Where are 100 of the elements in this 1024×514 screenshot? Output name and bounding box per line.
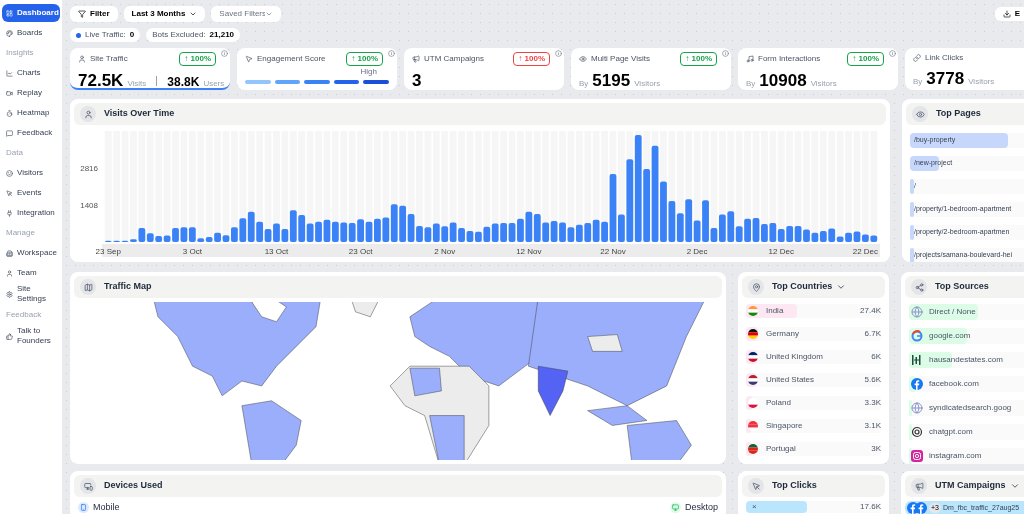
metric-card[interactable]: Site Traffic ↑ 100% 72.5K Visits 38.8K Users — [70, 48, 230, 90]
metric-card[interactable]: Engagement Score ↑ 100% High — [237, 48, 397, 90]
x-tick-label: 13 Oct — [264, 247, 289, 256]
metric-unit: Visitors — [968, 76, 995, 88]
metric-card[interactable]: Form Interactions ↑ 100% By 10908 Visitors — [738, 48, 898, 90]
nav-item[interactable]: Events — [2, 184, 60, 202]
metric-icon — [746, 55, 754, 63]
nav-item[interactable]: Workspace — [2, 244, 60, 262]
nav-item[interactable]: Boards — [2, 24, 60, 42]
source-name: hausandestates.com — [929, 354, 1003, 366]
nav-item[interactable]: Heatmap — [2, 104, 60, 122]
monitor-icon — [669, 502, 681, 514]
info-icon[interactable] — [889, 50, 896, 57]
source-name: chatgpt.com — [929, 426, 973, 438]
caret-icon — [189, 10, 198, 18]
nav-item[interactable]: Integration — [2, 204, 60, 222]
info-icon[interactable] — [388, 50, 395, 57]
country-name: United States — [766, 374, 815, 386]
metric-card[interactable]: Link Clicks By 3778 Visitors — [905, 48, 1024, 90]
click-count: 17.6K — [860, 501, 881, 513]
nav-item[interactable]: Talk to Founders — [2, 326, 60, 346]
nav-icon — [6, 69, 13, 77]
caret-icon[interactable] — [836, 282, 847, 292]
live-traffic-label: Live Traffic: — [85, 29, 126, 41]
metric-card[interactable]: UTM Campaigns ↑ 100% 3 — [404, 48, 564, 90]
download-icon — [1002, 10, 1011, 18]
metric-title: UTM Campaigns — [424, 53, 484, 65]
panel-title: Devices Used — [104, 479, 163, 493]
y-tick-label: 1408 — [80, 200, 98, 210]
nav-icon — [6, 29, 13, 37]
panel-title: Visits Over Time — [104, 107, 175, 121]
change-badge: ↑ 100% — [847, 52, 884, 66]
bots-excluded-label: Bots Excluded: — [152, 29, 206, 41]
nav-item[interactable]: Feedback — [2, 124, 60, 142]
caret-icon — [265, 10, 274, 18]
export-button[interactable]: E — [994, 7, 1024, 21]
nav-item[interactable]: Team — [2, 264, 60, 282]
filter-button[interactable]: Filter — [70, 6, 118, 22]
phone-icon — [78, 502, 89, 514]
nav-item[interactable]: Replay — [2, 84, 60, 102]
flag-icon — [748, 306, 758, 316]
nav-icon — [6, 89, 13, 97]
metric-icon — [579, 55, 587, 63]
nav-item[interactable]: Dashboard — [2, 4, 60, 22]
nav-icon — [6, 109, 13, 117]
country-count: 5.6K — [864, 374, 881, 386]
change-badge: ↑ 100% — [680, 52, 717, 66]
x-tick-label: 23 Sep — [95, 247, 121, 256]
panel-title: Top Pages — [936, 107, 981, 121]
nav-item[interactable]: Charts — [2, 64, 60, 82]
country-name: Poland — [766, 397, 791, 409]
metric-unit: Visitors — [634, 78, 661, 90]
metric-icon — [412, 55, 420, 63]
live-traffic-value: 0 — [129, 29, 135, 41]
globe-icon — [911, 306, 923, 318]
change-badge: ↑ 100% — [179, 52, 216, 66]
saved-filters-dropdown[interactable]: Saved Filters — [211, 6, 282, 22]
globe-icon — [911, 402, 923, 414]
country-name: India — [766, 305, 784, 317]
metric-value: 10908 — [759, 70, 807, 92]
metric-icon — [245, 55, 253, 63]
device-label: Desktop — [684, 501, 718, 514]
metric-unit: Users — [203, 78, 225, 90]
panel-icon — [80, 279, 96, 295]
source-name: syndicatedsearch.goog — [929, 402, 1012, 414]
metric-prefix: By — [913, 76, 923, 88]
caret-icon[interactable] — [1009, 481, 1020, 491]
info-icon[interactable] — [555, 50, 562, 57]
panel-title: Top Sources — [935, 280, 989, 294]
metric-card[interactable]: Multi Page Visits ↑ 100% By 5195 Visitors — [571, 48, 731, 90]
x-tick-label: 12 Nov — [516, 247, 542, 256]
metric-title: Multi Page Visits — [591, 53, 650, 65]
meter-label: High — [360, 66, 377, 78]
bars-logo-icon — [911, 354, 923, 366]
metric-value: 3 — [412, 70, 423, 92]
change-badge: ↑ 100% — [513, 52, 550, 66]
panel-icon — [911, 279, 927, 295]
country-name: Germany — [766, 328, 799, 340]
nav-icon — [6, 290, 13, 298]
nav-item[interactable]: Visitors — [2, 164, 60, 182]
section-label: Data — [5, 147, 24, 159]
saved-filters-input[interactable]: Saved Filters — [219, 8, 266, 20]
device-label: Mobile — [93, 501, 120, 514]
metric-title: Link Clicks — [925, 52, 964, 64]
x-tick-label: 12 Dec — [768, 247, 794, 256]
nav-icon — [6, 189, 13, 197]
metric-value: 38.8K — [167, 74, 200, 91]
nav-icon — [6, 269, 13, 277]
section-label: Manage — [5, 227, 36, 239]
panel-icon — [80, 478, 96, 494]
panel-icon — [748, 279, 764, 295]
nav-item[interactable]: Site Settings — [2, 284, 60, 304]
info-icon[interactable] — [722, 50, 729, 57]
country-count: 6.7K — [864, 328, 881, 340]
panel-title: UTM Campaigns — [935, 479, 1006, 493]
metric-title: Engagement Score — [257, 53, 326, 65]
info-icon[interactable] — [221, 50, 228, 57]
panel-icon — [748, 478, 764, 494]
knot-logo-icon — [911, 426, 923, 438]
range-dropdown[interactable]: Last 3 Months — [123, 6, 206, 22]
